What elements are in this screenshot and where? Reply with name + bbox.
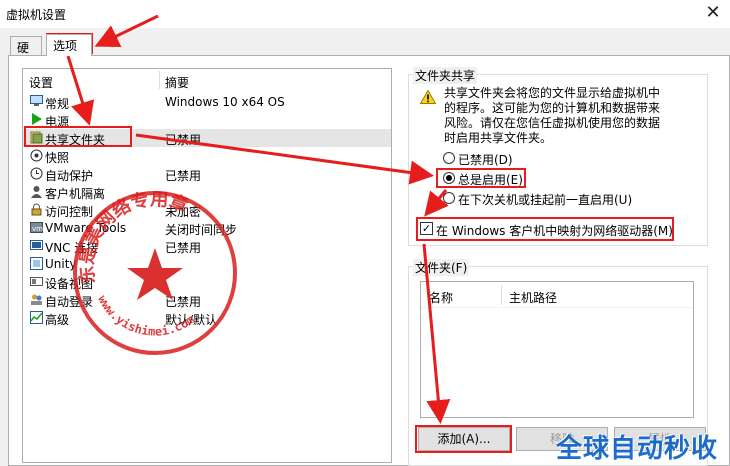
settings-row-name: 自动登录 bbox=[45, 295, 94, 309]
shared-folder-icon bbox=[30, 131, 43, 144]
settings-row-vnc[interactable]: VNC 连接 已禁用 bbox=[23, 237, 391, 255]
radio-button[interactable] bbox=[443, 192, 455, 204]
settings-row-summary: 已禁用 bbox=[165, 133, 202, 147]
settings-row-summary: 已禁用 bbox=[165, 169, 202, 183]
chart-icon bbox=[30, 311, 43, 324]
settings-row-shared-folders[interactable]: 共享文件夹 已禁用 bbox=[23, 129, 391, 147]
settings-row-name: 高级 bbox=[45, 313, 70, 327]
settings-row-name: Unity bbox=[45, 257, 77, 271]
tab-hardware[interactable]: 硬件 bbox=[10, 36, 42, 72]
vnc-icon bbox=[30, 239, 43, 252]
snapshot-icon bbox=[30, 149, 43, 162]
user-icon bbox=[30, 185, 43, 198]
settings-row-access-control[interactable]: 访问控制 未加密 bbox=[23, 201, 391, 219]
radio-label: 已禁用(D) bbox=[458, 153, 513, 167]
svg-text:vm: vm bbox=[32, 225, 43, 233]
play-icon bbox=[30, 113, 43, 126]
settings-row-guest-isolation[interactable]: 客户机隔离 bbox=[23, 183, 391, 201]
title-bar: 虚拟机设置 ✕ bbox=[0, 0, 730, 28]
settings-row-name: 自动保护 bbox=[45, 169, 94, 183]
column-divider bbox=[501, 285, 502, 305]
folder-sharing-label: 文件夹共享 bbox=[413, 67, 478, 84]
settings-row-name: 常规 bbox=[45, 97, 70, 111]
settings-row-name: 电源 bbox=[45, 115, 70, 129]
settings-row-autologin[interactable]: 自动登录 已禁用 bbox=[23, 291, 391, 309]
settings-row-power[interactable]: 电源 bbox=[23, 111, 391, 129]
column-host-path[interactable]: 主机路径 bbox=[509, 289, 557, 306]
watermark-text: 全球自动秒收 bbox=[556, 434, 719, 464]
settings-row-vmware-tools[interactable]: vm VMware Tools 关闭时间同步 bbox=[23, 219, 391, 237]
clock-icon bbox=[30, 167, 43, 180]
checkbox-label: 在 Windows 客户机中映射为网络驱动器(M) bbox=[436, 224, 673, 238]
settings-row-summary: Windows 10 x64 OS bbox=[165, 95, 285, 109]
settings-row-summary: 已禁用 bbox=[165, 295, 202, 309]
device-view-icon bbox=[30, 275, 43, 288]
column-divider bbox=[159, 71, 160, 89]
column-summary[interactable]: 摘要 bbox=[165, 74, 189, 91]
folders-label: 文件夹(F) bbox=[413, 259, 470, 276]
settings-row-name: 客户机隔离 bbox=[45, 187, 106, 201]
unity-icon bbox=[30, 257, 43, 270]
vm-icon: vm bbox=[30, 221, 43, 234]
lock-icon bbox=[30, 203, 43, 216]
folders-list[interactable]: 名称 主机路径 bbox=[420, 281, 694, 418]
window-title: 虚拟机设置 bbox=[6, 8, 67, 22]
settings-row-summary: 关闭时间同步 bbox=[165, 223, 238, 237]
settings-row-summary: 默认/默认 bbox=[165, 313, 218, 327]
settings-row-device-view[interactable]: 设备视图 bbox=[23, 273, 391, 291]
settings-row-name: 设备视图 bbox=[45, 277, 94, 291]
tab-options[interactable]: 选项 bbox=[46, 34, 92, 56]
settings-row-summary: 未加密 bbox=[165, 205, 202, 219]
settings-row-autoprotect[interactable]: 自动保护 已禁用 bbox=[23, 165, 391, 183]
radio-button[interactable] bbox=[443, 152, 455, 164]
settings-row-name: 共享文件夹 bbox=[45, 133, 106, 147]
folders-list-header: 名称 主机路径 bbox=[421, 282, 693, 308]
settings-row-advanced[interactable]: 高级 默认/默认 bbox=[23, 309, 391, 327]
settings-row-name: VNC 连接 bbox=[45, 241, 99, 255]
radio-button[interactable] bbox=[443, 172, 455, 184]
settings-row-summary: 已禁用 bbox=[165, 241, 202, 255]
warning-icon bbox=[419, 89, 437, 104]
settings-row-name: VMware Tools bbox=[45, 221, 127, 235]
close-icon[interactable]: ✕ bbox=[700, 1, 726, 25]
column-name[interactable]: 名称 bbox=[429, 289, 453, 306]
settings-row-general[interactable]: 常规 Windows 10 x64 OS bbox=[23, 93, 391, 111]
settings-row-name: 快照 bbox=[45, 151, 70, 165]
sharing-warning-text: 共享文件夹会将您的文件显示给虚拟机中的程序。这可能为您的计算机和数据带来风险。请… bbox=[444, 86, 661, 145]
users-icon bbox=[30, 293, 43, 306]
radio-label: 在下次关机或挂起前一直启用(U) bbox=[458, 193, 633, 207]
settings-list[interactable]: 设置 摘要 常规 Windows 10 x64 OS 电源 共享文件夹 已禁用 … bbox=[22, 68, 392, 463]
settings-row-name: 访问控制 bbox=[45, 205, 94, 219]
checkbox-checked-icon[interactable]: ✓ bbox=[420, 222, 433, 235]
radio-label: 总是启用(E) bbox=[458, 173, 523, 187]
monitor-icon bbox=[30, 95, 43, 108]
add-button[interactable]: 添加(A)... bbox=[418, 427, 510, 451]
settings-row-unity[interactable]: Unity bbox=[23, 255, 391, 273]
settings-row-snapshots[interactable]: 快照 bbox=[23, 147, 391, 165]
settings-list-header: 设置 摘要 bbox=[23, 69, 391, 91]
column-setting[interactable]: 设置 bbox=[29, 74, 53, 91]
